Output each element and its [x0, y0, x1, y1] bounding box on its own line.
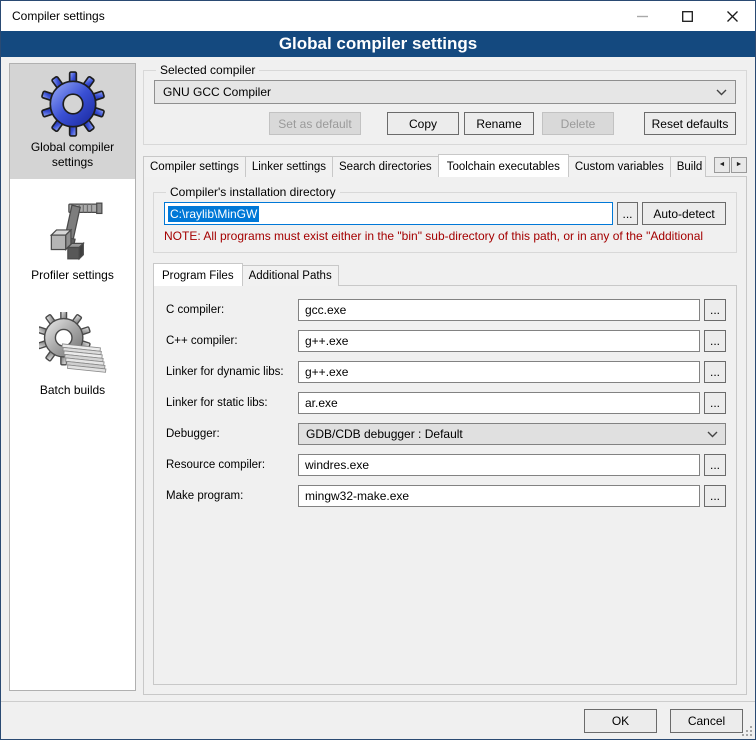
- field-row-static-linker: Linker for static libs: ...: [166, 392, 726, 414]
- make-program-browse-button[interactable]: ...: [704, 485, 726, 507]
- installation-directory-browse-button[interactable]: ...: [617, 202, 638, 225]
- field-row-dynamic-linker: Linker for dynamic libs: ...: [166, 361, 726, 383]
- field-row-debugger: Debugger: GDB/CDB debugger : Default: [166, 423, 726, 445]
- cpp-compiler-browse-button[interactable]: ...: [704, 330, 726, 352]
- resource-compiler-browse-button[interactable]: ...: [704, 454, 726, 476]
- installation-directory-input[interactable]: C:\raylib\MinGW: [164, 202, 613, 225]
- cpp-compiler-label: C++ compiler:: [166, 335, 298, 347]
- static-linker-label: Linker for static libs:: [166, 397, 298, 409]
- bin-subdirectory-note: NOTE: All programs must exist either in …: [164, 229, 726, 243]
- selected-compiler-group: Selected compiler GNU GCC Compiler Set a…: [143, 63, 747, 145]
- tab-scroll-right-icon[interactable]: ►: [731, 157, 747, 173]
- main-panel: Selected compiler GNU GCC Compiler Set a…: [143, 63, 747, 695]
- rename-button[interactable]: Rename: [464, 112, 534, 135]
- maximize-icon: [682, 11, 693, 22]
- tab-scroll-left-icon[interactable]: ◄: [714, 157, 730, 173]
- make-program-input[interactable]: [298, 485, 700, 507]
- caliper-blocks-icon: [40, 199, 106, 265]
- tab-search-directories[interactable]: Search directories: [332, 156, 439, 177]
- chevron-down-icon: [716, 89, 727, 96]
- dynamic-linker-label: Linker for dynamic libs:: [166, 366, 298, 378]
- sidebar-item-batch-builds[interactable]: Batch builds: [10, 305, 135, 407]
- compiler-settings-dialog: Compiler settings Global compiler settin…: [0, 0, 756, 740]
- toolchain-subtabs: Program Files Additional Paths: [153, 263, 737, 286]
- subtab-program-files[interactable]: Program Files: [153, 263, 243, 286]
- dialog-footer: OK Cancel: [1, 701, 755, 739]
- installation-directory-label: Compiler's installation directory: [166, 185, 340, 199]
- minimize-icon: [637, 11, 648, 22]
- c-compiler-label: C compiler:: [166, 304, 298, 316]
- reset-defaults-button[interactable]: Reset defaults: [644, 112, 736, 135]
- tab-linker-settings[interactable]: Linker settings: [245, 156, 333, 177]
- gray-gear-stack-icon: [39, 312, 107, 380]
- cancel-button[interactable]: Cancel: [670, 709, 743, 733]
- dynamic-linker-browse-button[interactable]: ...: [704, 361, 726, 383]
- dynamic-linker-input[interactable]: [298, 361, 700, 383]
- auto-detect-button[interactable]: Auto-detect: [642, 202, 726, 225]
- c-compiler-browse-button[interactable]: ...: [704, 299, 726, 321]
- compiler-buttons-row: Set as default Copy Rename Delete Reset …: [154, 112, 736, 135]
- installation-directory-row: C:\raylib\MinGW ... Auto-detect: [164, 202, 726, 225]
- field-row-resource-compiler: Resource compiler: ...: [166, 454, 726, 476]
- c-compiler-input[interactable]: [298, 299, 700, 321]
- minimize-button[interactable]: [620, 1, 665, 31]
- selected-compiler-group-label: Selected compiler: [156, 63, 259, 77]
- resource-compiler-input[interactable]: [298, 454, 700, 476]
- tab-scroll-arrows: ◄ ►: [712, 157, 747, 173]
- make-program-label: Make program:: [166, 490, 298, 502]
- close-button[interactable]: [710, 1, 755, 31]
- blue-gear-icon: [40, 71, 106, 137]
- static-linker-browse-button[interactable]: ...: [704, 392, 726, 414]
- debugger-value: GDB/CDB debugger : Default: [306, 427, 463, 441]
- sidebar-item-label: Profiler settings: [12, 268, 133, 283]
- chevron-down-icon: [707, 431, 718, 438]
- field-row-c-compiler: C compiler: ...: [166, 299, 726, 321]
- delete-button[interactable]: Delete: [542, 112, 614, 135]
- tab-build-options[interactable]: Build options: [670, 156, 706, 177]
- static-linker-input[interactable]: [298, 392, 700, 414]
- sidebar-item-label: Global compiler settings: [12, 140, 133, 170]
- installation-directory-value: C:\raylib\MinGW: [168, 206, 259, 222]
- sidebar-item-profiler-settings[interactable]: Profiler settings: [10, 192, 135, 292]
- tab-compiler-settings[interactable]: Compiler settings: [143, 156, 246, 177]
- debugger-label: Debugger:: [166, 428, 298, 440]
- field-row-cpp-compiler: C++ compiler: ...: [166, 330, 726, 352]
- settings-tabs: Compiler settings Linker settings Search…: [143, 154, 747, 177]
- sidebar: Global compiler settings: [9, 63, 136, 691]
- installation-directory-group: Compiler's installation directory C:\ray…: [153, 185, 737, 253]
- close-icon: [727, 11, 738, 22]
- dialog-content: Global compiler settings: [1, 57, 755, 701]
- resource-compiler-label: Resource compiler:: [166, 459, 298, 471]
- debugger-select[interactable]: GDB/CDB debugger : Default: [298, 423, 726, 445]
- ok-button[interactable]: OK: [584, 709, 657, 733]
- tab-toolchain-executables[interactable]: Toolchain executables: [438, 154, 569, 177]
- maximize-button[interactable]: [665, 1, 710, 31]
- toolchain-executables-page: Compiler's installation directory C:\ray…: [143, 176, 747, 695]
- field-row-make-program: Make program: ...: [166, 485, 726, 507]
- sidebar-item-global-compiler-settings[interactable]: Global compiler settings: [10, 64, 135, 179]
- titlebar: Compiler settings: [1, 1, 755, 31]
- page-title: Global compiler settings: [1, 31, 755, 57]
- resize-grip-icon[interactable]: [742, 726, 752, 736]
- copy-button[interactable]: Copy: [387, 112, 459, 135]
- cpp-compiler-input[interactable]: [298, 330, 700, 352]
- set-as-default-button[interactable]: Set as default: [269, 112, 361, 135]
- program-files-page: C compiler: ... C++ compiler: ... Linker…: [153, 285, 737, 685]
- tab-custom-variables[interactable]: Custom variables: [568, 156, 671, 177]
- subtab-additional-paths[interactable]: Additional Paths: [242, 265, 339, 286]
- selected-compiler-select[interactable]: GNU GCC Compiler: [154, 80, 736, 104]
- window-title: Compiler settings: [1, 1, 620, 31]
- sidebar-item-label: Batch builds: [12, 383, 133, 398]
- selected-compiler-value: GNU GCC Compiler: [163, 85, 716, 99]
